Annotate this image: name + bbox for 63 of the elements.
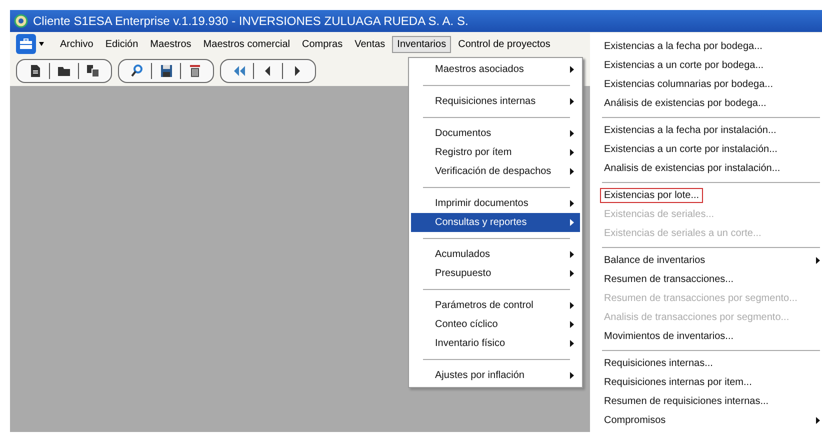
arrow-icon [570,251,574,258]
menu-item[interactable]: Compromisos [590,411,822,430]
menu-item[interactable]: Registro por ítem [411,143,580,162]
arrow-icon [570,168,574,175]
arrow-icon [570,270,574,277]
menu-item[interactable]: Existencias a la fecha por instalación... [590,121,822,140]
menu-item[interactable]: Archivo [55,36,98,52]
arrow-icon [570,321,574,328]
menu-item[interactable]: Ajustes por inflación [411,366,580,385]
arrow-icon [816,417,820,424]
arrow-icon [570,130,574,137]
save-icon [159,64,173,78]
arrow-icon [570,372,574,379]
arrow-icon [570,302,574,309]
menu-item[interactable]: Ventas [350,36,390,52]
menu-item[interactable]: Maestros asociados [411,60,580,79]
menu-item[interactable]: Balance de inventarios [590,251,822,270]
toolbox-button[interactable] [16,34,36,54]
menu-item[interactable]: Compras [297,36,348,52]
arrow-icon [570,149,574,156]
menu-item[interactable]: Existencias a un corte por instalación... [590,140,822,159]
menu-item[interactable]: Análisis de existencias por bodega... [590,94,822,113]
menu-item[interactable]: Conteo cíclico [411,315,580,334]
arrow-icon [570,98,574,105]
menu-item[interactable]: Imprimir documentos [411,194,580,213]
menu-item[interactable]: Acumulados [411,245,580,264]
app-icon [14,14,28,28]
arrow-icon [816,257,820,264]
menu-item[interactable]: Maestros comercial [198,36,295,52]
menu-item[interactable]: Parámetros de control [411,296,580,315]
menu-item[interactable]: Analisis de existencias por instalación... [590,159,822,178]
menu-item[interactable]: Existencias a un corte por bodega... [590,56,822,75]
briefcase-icon [19,38,33,50]
menu-item[interactable]: Existencias columnarias por bodega... [590,75,822,94]
menu-item[interactable]: Edición [100,36,144,52]
menu-item[interactable]: Consultas y reportes [411,213,580,232]
menu-item[interactable]: Requisiciones internas [411,92,580,111]
menu-item[interactable]: Inventario físico [411,334,580,353]
menu-item[interactable]: Movimientos de inventarios... [590,327,822,346]
arrow-icon [570,340,574,347]
menu-item[interactable]: Resumen de requisiciones internas... [590,392,822,411]
arrow-icon [570,219,574,226]
menu-item[interactable]: Documentos [411,124,580,143]
trash-icon [188,64,202,78]
menu-item[interactable]: Verificación de despachos [411,162,580,181]
menu-item[interactable]: Existencias a la fecha por bodega... [590,37,822,56]
menu-item[interactable]: Presupuesto [411,264,580,283]
menu-item[interactable]: Requisiciones internas por item... [590,373,822,392]
menu-item[interactable]: Control de proyectos [453,36,556,52]
window-title: Cliente S1ESA Enterprise v.1.19.930 - INVERSIONES ZULUAGA RUEDA S. A. S. [33,14,468,28]
arrow-icon [570,66,574,73]
copy-icon [86,64,100,78]
menu-item[interactable]: Existencias por lote... [590,186,822,205]
new-document-icon [28,64,42,78]
arrow-icon [570,200,574,207]
menu-item[interactable]: Requisiciones internas... [590,354,822,373]
first-icon [232,64,246,78]
menu-item[interactable]: Inventarios [392,36,452,52]
folder-icon [57,64,71,78]
search-icon [130,64,144,78]
menu-item[interactable]: Resumen de transacciones... [590,270,822,289]
caret-icon[interactable] [38,41,45,47]
menu-item[interactable]: Maestros [145,36,196,52]
